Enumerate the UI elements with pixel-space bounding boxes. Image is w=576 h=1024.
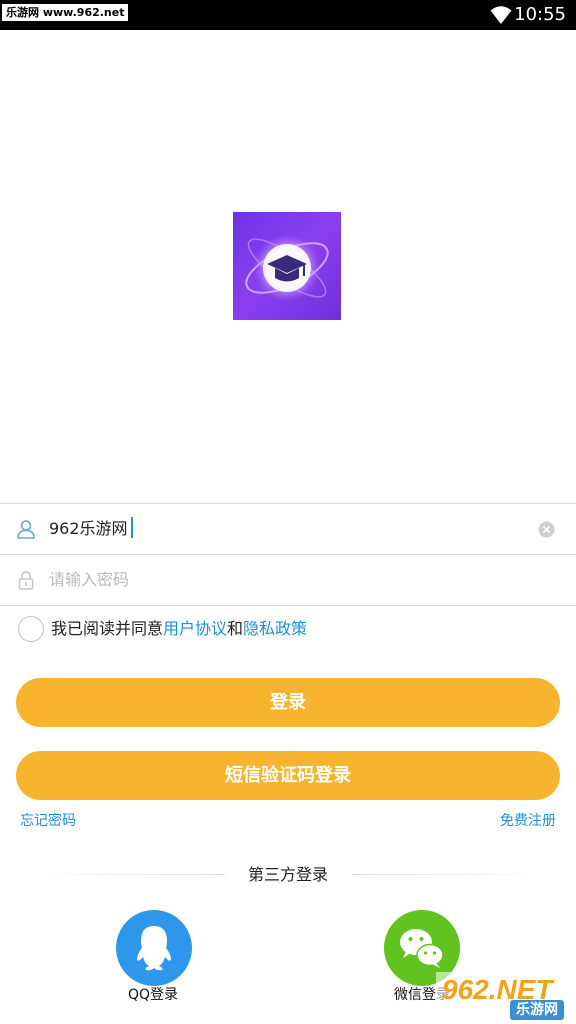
graduation-cap-icon bbox=[245, 234, 329, 302]
login-button[interactable]: 登录 bbox=[16, 678, 560, 727]
third-party-title: 第三方登录 bbox=[247, 865, 328, 884]
app-logo bbox=[233, 212, 341, 320]
corner-watermark: 962.NET 乐游网 bbox=[436, 972, 576, 1024]
password-row[interactable]: 请输入密码 bbox=[0, 555, 576, 605]
status-watermark: 乐游网 www.962.net bbox=[2, 4, 129, 21]
status-bar: 乐游网 www.962.net 10:55 bbox=[0, 0, 576, 30]
wifi-icon bbox=[490, 6, 512, 24]
divider-bottom bbox=[0, 605, 576, 606]
user-agreement-link[interactable]: 用户协议 bbox=[163, 619, 227, 638]
watermark-site: 乐游网 bbox=[510, 1000, 564, 1020]
agreement-text: 我已阅读并同意用户协议和隐私政策 bbox=[51, 615, 307, 643]
agree-checkbox[interactable] bbox=[18, 616, 44, 642]
agree-and: 和 bbox=[227, 619, 244, 638]
qq-icon bbox=[137, 926, 171, 971]
qq-login-button[interactable] bbox=[116, 910, 192, 986]
username-row[interactable]: 962乐游网 bbox=[0, 504, 576, 554]
username-value: 962乐游网 bbox=[49, 519, 128, 538]
username-input[interactable]: 962乐游网 bbox=[49, 515, 133, 543]
forgot-password-link[interactable]: 忘记密码 bbox=[20, 811, 76, 831]
lock-icon bbox=[18, 571, 34, 590]
agreement-row: 我已阅读并同意用户协议和隐私政策 bbox=[18, 615, 558, 643]
clear-icon[interactable] bbox=[538, 521, 555, 538]
password-input[interactable]: 请输入密码 bbox=[49, 566, 129, 594]
text-caret bbox=[130, 517, 133, 538]
qq-login-label: QQ登录 bbox=[127, 987, 179, 1003]
privacy-policy-link[interactable]: 隐私政策 bbox=[243, 619, 307, 638]
sms-login-button[interactable]: 短信验证码登录 bbox=[16, 751, 560, 800]
status-time: 10:55 bbox=[514, 4, 566, 25]
agree-prefix: 我已阅读并同意 bbox=[51, 619, 164, 638]
user-icon bbox=[17, 520, 35, 539]
register-link[interactable]: 免费注册 bbox=[500, 811, 556, 831]
